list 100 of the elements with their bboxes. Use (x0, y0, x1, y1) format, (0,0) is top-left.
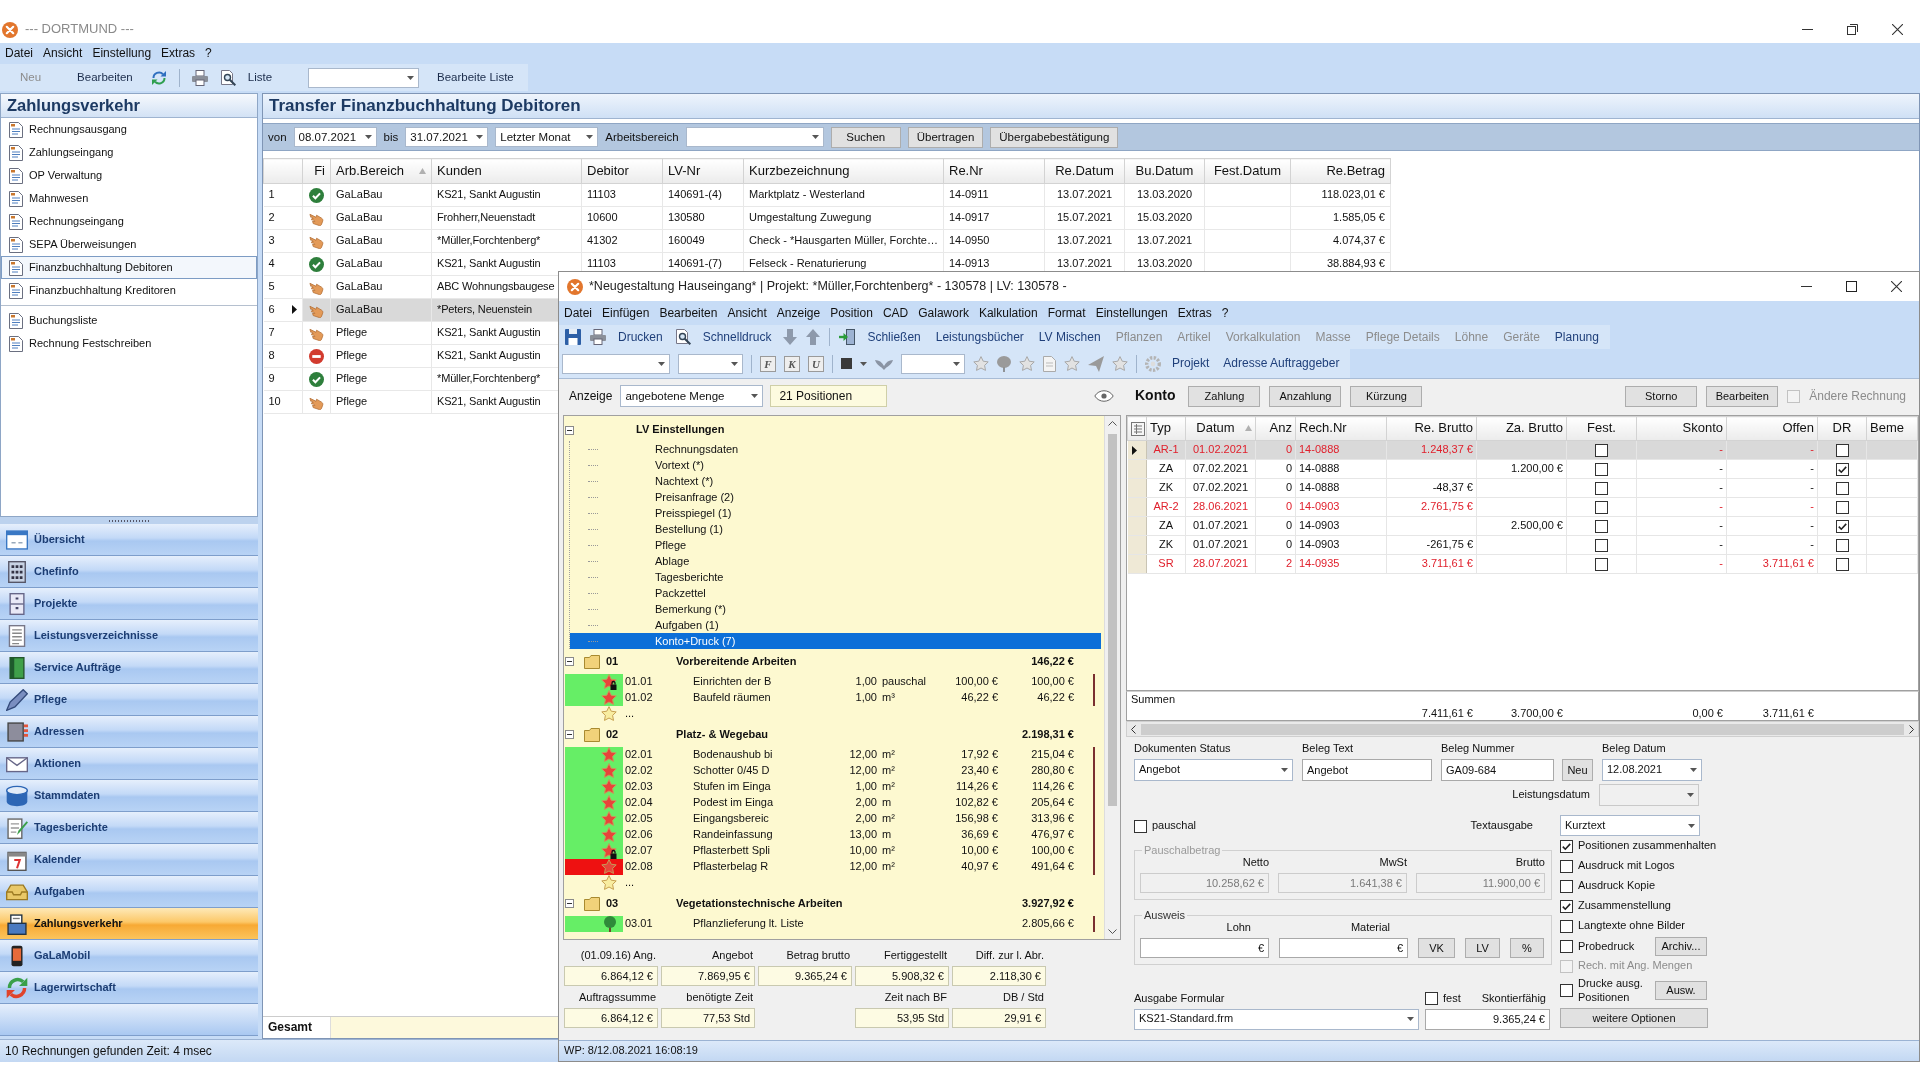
module-button[interactable]: Übersicht (0, 524, 258, 556)
color-swatch-icon[interactable] (841, 358, 852, 369)
menu-item[interactable]: ? (1216, 305, 1234, 321)
sidebar-item[interactable]: Mahnwesen (1, 187, 257, 210)
column-header[interactable]: Re.Nr (943, 158, 1045, 184)
tree-item[interactable]: Konto+Druck (7) (570, 633, 1101, 649)
tree-item[interactable]: Nachtext (*) (570, 473, 1101, 489)
tree-item[interactable]: Preisanfrage (2) (570, 489, 1101, 505)
date-picker[interactable]: 31.07.2021 (405, 127, 489, 147)
module-button[interactable]: Service Aufträge (0, 652, 258, 684)
column-header[interactable]: Typ (1146, 416, 1186, 441)
action-button[interactable]: VK (1418, 938, 1455, 958)
more-items[interactable]: ... (625, 707, 635, 721)
row-header[interactable]: 10 (263, 390, 303, 414)
input-field[interactable]: Angebot (1302, 759, 1432, 781)
checkbox[interactable] (1595, 443, 1608, 457)
menu-item[interactable]: Anzeige (771, 305, 826, 321)
toolbar-link[interactable]: Projekt (1169, 356, 1213, 371)
action-button[interactable]: Anzahlung (1269, 385, 1342, 407)
column-header[interactable]: Beme (1866, 416, 1918, 441)
module-button[interactable]: Adressen (0, 716, 258, 748)
module-button[interactable]: Aufgaben (0, 876, 258, 908)
checkbox[interactable] (1595, 519, 1608, 533)
scroll-up-icon[interactable] (1108, 421, 1117, 426)
menu-item[interactable]: Galawork (913, 305, 974, 321)
eye-icon[interactable] (1094, 390, 1114, 402)
column-header[interactable]: Arb.Bereich (330, 158, 432, 184)
checkbox[interactable] (1595, 557, 1608, 571)
tree-item[interactable]: Vortext (*) (570, 457, 1101, 473)
tree-item[interactable]: Tagesberichte (570, 569, 1101, 585)
module-button[interactable]: Lagerwirtschaft (0, 972, 258, 1004)
checkbox[interactable] (1560, 983, 1573, 997)
module-button[interactable]: Kalender (0, 844, 258, 876)
collapse-icon[interactable] (565, 730, 574, 739)
tree-item[interactable]: Preisspiegel (1) (570, 505, 1101, 521)
star-icon[interactable] (973, 355, 989, 372)
toolbar-button[interactable]: Schnelldruck (699, 329, 775, 345)
period-dropdown[interactable]: Letzter Monat (495, 127, 599, 147)
checkbox[interactable] (1595, 481, 1608, 495)
module-button[interactable]: Tagesberichte (0, 812, 258, 844)
sidebar-item[interactable]: Rechnungseingang (1, 210, 257, 233)
action-button[interactable]: % (1510, 938, 1544, 958)
module-button[interactable]: Zahlungsverkehr (0, 908, 258, 940)
menu-item[interactable]: Kalkulation (973, 305, 1043, 321)
sidebar-item[interactable]: Buchungsliste (1, 309, 257, 332)
column-header[interactable]: Kurzbezeichnung (743, 158, 944, 184)
toolbar-link[interactable]: Adresse Auftraggeber (1220, 356, 1343, 371)
module-button[interactable]: Stammdaten (0, 780, 258, 812)
checkbox[interactable] (1835, 481, 1849, 495)
star-icon[interactable] (1112, 355, 1128, 372)
checkbox[interactable] (1560, 899, 1573, 913)
scroll-down-icon[interactable] (1108, 929, 1117, 934)
menu-item[interactable]: Datei (0, 46, 38, 61)
column-header[interactable]: Re.Betrag (1290, 158, 1391, 184)
action-button[interactable]: Ausw. (1655, 980, 1707, 1000)
printer-icon[interactable] (191, 69, 208, 86)
checkbox[interactable] (1425, 992, 1438, 1006)
vertical-scrollbar[interactable] (1104, 416, 1120, 939)
tree-item[interactable]: Pflege (570, 537, 1101, 553)
column-header[interactable]: Kunden (431, 158, 582, 184)
date-picker[interactable]: 08.07.2021 (293, 127, 377, 147)
refresh-icon[interactable] (150, 69, 167, 86)
menu-item[interactable]: Einstellung (87, 46, 157, 61)
sidebar-item[interactable]: Rechnung Festschreiben (1, 332, 257, 355)
toolbar-button[interactable]: Leistungsbücher (932, 329, 1027, 345)
scroll-thumb[interactable] (1108, 434, 1117, 806)
checkbox[interactable] (1560, 879, 1573, 893)
format-button[interactable]: F (760, 355, 776, 372)
column-header[interactable]: Fi (302, 158, 331, 184)
sidebar-item[interactable]: Zahlungseingang (1, 141, 257, 164)
star-icon[interactable] (1019, 355, 1035, 372)
menu-item[interactable]: Extras (156, 46, 201, 61)
input-field[interactable]: € (1279, 938, 1408, 958)
row-header[interactable]: 3 (263, 229, 303, 253)
row-header[interactable]: 2 (263, 206, 303, 230)
action-button[interactable]: Übergabebestätigung (990, 126, 1119, 148)
format-button[interactable]: U (808, 355, 824, 372)
checkbox[interactable] (1560, 939, 1573, 953)
column-header[interactable]: DR (1817, 416, 1867, 441)
row-header[interactable]: 9 (263, 367, 303, 391)
sidebar-item[interactable]: Rechnungsausgang (1, 118, 257, 141)
star-icon[interactable] (601, 706, 617, 722)
scroll-thumb[interactable] (1141, 723, 1904, 735)
tree-item[interactable]: Packzettel (570, 585, 1101, 601)
tree-item[interactable]: Ablage (570, 553, 1101, 569)
sidebar-item[interactable]: OP Verwaltung (1, 164, 257, 187)
input-field[interactable]: € (1140, 938, 1269, 958)
module-button[interactable]: Aktionen (0, 748, 258, 780)
checkbox[interactable] (1595, 500, 1608, 514)
menu-item[interactable]: Position (825, 305, 878, 321)
menu-item[interactable]: Bearbeiten (654, 305, 723, 321)
scroll-right-icon[interactable] (1909, 724, 1914, 734)
action-button[interactable]: Bearbeiten (1706, 385, 1779, 407)
column-header[interactable]: Debitor (581, 158, 663, 184)
date-picker[interactable]: 12.08.2021 (1602, 759, 1702, 781)
action-button[interactable]: Archiv... (1655, 936, 1707, 956)
module-button[interactable]: GaLaMobil (0, 940, 258, 972)
caret-icon[interactable] (860, 361, 867, 366)
printer-icon[interactable] (590, 329, 606, 345)
door-arrow-icon[interactable] (839, 329, 856, 345)
